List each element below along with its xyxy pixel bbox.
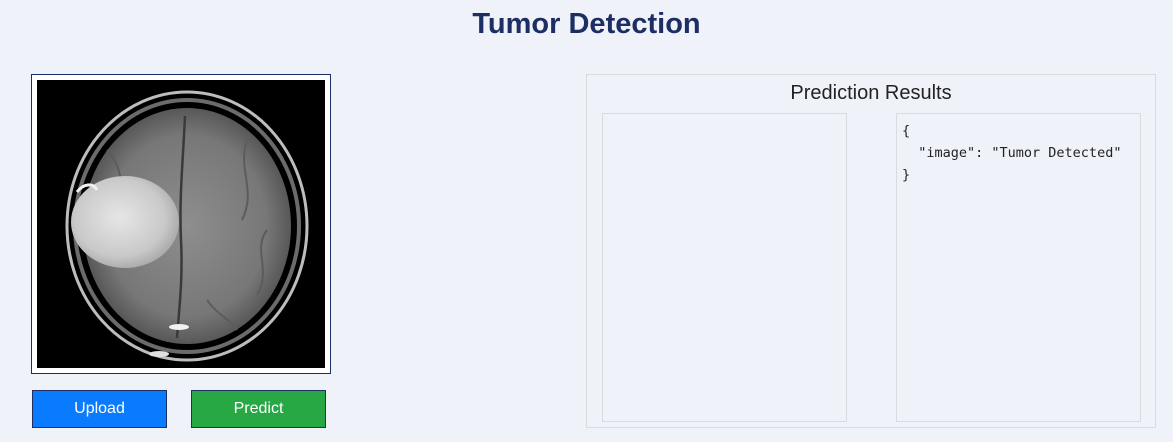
result-json-pane: { "image": "Tumor Detected" } <box>896 113 1141 422</box>
predict-button[interactable]: Predict <box>191 390 326 428</box>
page: Tumor Detection Upload Predict Predictio… <box>0 0 1173 442</box>
json-line: { <box>902 123 911 139</box>
json-line: "image": "Tumor Detected" <box>902 145 1122 161</box>
uploaded-image-frame <box>31 74 331 374</box>
results-title: Prediction Results <box>790 82 952 104</box>
prediction-results-panel: Prediction Results { "image": "Tumor Det… <box>586 74 1156 428</box>
mri-brain-scan-image <box>37 80 325 368</box>
result-image-pane <box>602 113 847 422</box>
page-title: Tumor Detection <box>472 8 701 40</box>
upload-button[interactable]: Upload <box>32 390 167 428</box>
json-line: } <box>902 167 911 183</box>
